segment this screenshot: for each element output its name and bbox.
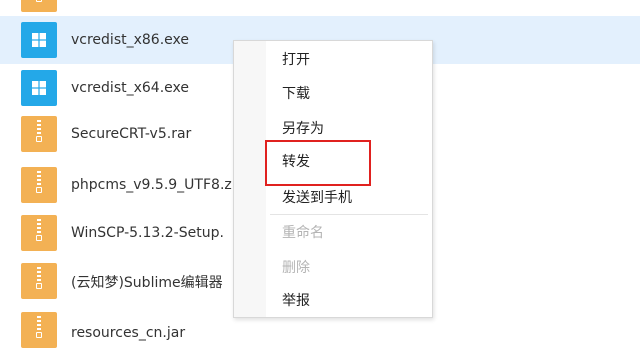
zipper-icon — [37, 267, 41, 283]
zip-archive-icon — [21, 312, 57, 348]
menu-gutter — [234, 41, 266, 317]
menu-item-delete: 删除 — [282, 260, 310, 276]
zipper-icon — [37, 120, 41, 136]
zip-archive-icon — [21, 167, 57, 203]
windows-logo-icon — [21, 22, 57, 58]
file-name: resources_cn.jar — [71, 325, 186, 341]
zip-archive-icon — [21, 0, 57, 12]
zip-archive-icon — [21, 116, 57, 152]
file-name: SecureCRT-v5.rar — [71, 126, 192, 142]
zipper-pull-icon — [36, 0, 42, 2]
zip-archive-icon — [21, 263, 57, 299]
zipper-pull-icon — [36, 332, 42, 338]
windows-logo-icon — [32, 81, 46, 95]
menu-item-save-as[interactable]: 另存为 — [282, 120, 324, 138]
file-name: (云知梦)Sublime编辑器 — [71, 275, 223, 291]
menu-item-rename: 重命名 — [282, 225, 324, 241]
file-name: phpcms_v9.5.9_UTF8.z — [71, 177, 232, 193]
zipper-pull-icon — [36, 235, 42, 241]
zipper-icon — [37, 171, 41, 187]
windows-logo-icon — [21, 70, 57, 106]
zipper-pull-icon — [36, 283, 42, 289]
zipper-icon — [37, 219, 41, 235]
menu-separator — [270, 214, 428, 215]
zipper-pull-icon — [36, 136, 42, 142]
menu-item-forward[interactable]: 转发 — [282, 153, 310, 171]
file-name: WinSCP-5.13.2-Setup. — [71, 225, 224, 241]
zipper-pull-icon — [36, 187, 42, 193]
zip-archive-icon — [21, 215, 57, 251]
context-menu: 打开 下载 另存为 转发 发送到手机 重命名 删除 举报 — [233, 40, 433, 318]
file-name: vcredist_x86.exe — [71, 32, 189, 48]
menu-item-open[interactable]: 打开 — [282, 51, 310, 69]
menu-item-send-to-phone[interactable]: 发送到手机 — [282, 189, 352, 207]
menu-item-download[interactable]: 下载 — [282, 85, 310, 103]
menu-item-report[interactable]: 举报 — [282, 292, 310, 310]
zipper-icon — [37, 316, 41, 332]
windows-logo-icon — [32, 33, 46, 47]
file-name: vcredist_x64.exe — [71, 80, 189, 96]
